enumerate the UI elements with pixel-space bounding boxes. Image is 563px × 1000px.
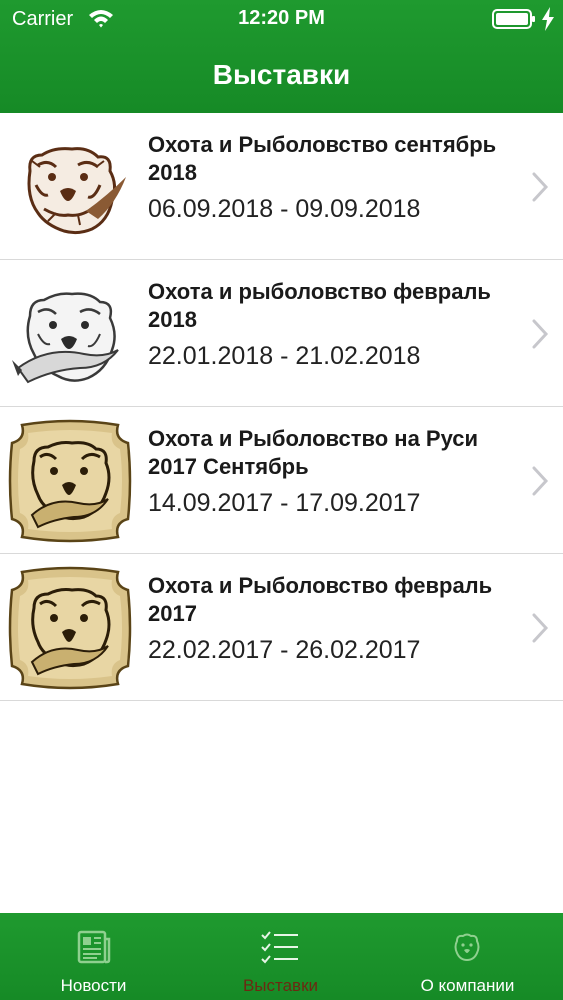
tab-label: Выставки [242,976,319,995]
exhibition-dates: 14.09.2017 - 17.09.2017 [148,489,421,517]
exhibition-row[interactable]: Охота и рыболовство февраль 2018 22.01.2… [0,260,563,407]
charging-icon [542,7,554,31]
tab-bar: Новости Выставки О компании [0,913,563,1000]
status-bar: Carrier 12:20 PM [0,0,563,40]
bear-gold-plaque-icon [8,566,132,690]
chevron-right-icon [532,172,549,202]
exhibition-title: Охота и Рыболовство февраль 2017 [148,573,493,626]
exhibition-title: Охота и Рыболовство на Руси 2017 Сентябр… [148,426,479,479]
bear-emblem-icon [454,933,480,962]
exhibition-row[interactable]: Охота и Рыболовство на Руси 2017 Сентябр… [0,407,563,554]
exhibition-row[interactable]: Охота и Рыболовство февраль 2017 22.02.2… [0,554,563,701]
exhibition-dates: 06.09.2018 - 09.09.2018 [148,195,421,223]
exhibition-dates: 22.01.2018 - 21.02.2018 [148,342,421,370]
tab-label: О компании [420,976,515,995]
chevron-right-icon [532,466,549,496]
exhibition-row[interactable]: Охота и Рыболовство сентябрь 2018 06.09.… [0,113,563,260]
tab-about[interactable]: О компании [374,913,561,1000]
exhibition-title: Охота и рыболовство февраль 2018 [148,279,491,332]
status-time: 12:20 PM [238,7,325,29]
exhibition-title: Охота и Рыболовство сентябрь 2018 [148,132,497,185]
header: Carrier 12:20 PM Выставки [0,0,563,113]
tab-news[interactable]: Новости [0,913,187,1000]
newspaper-icon [77,930,111,964]
bear-gold-plaque-icon [8,419,132,543]
battery-icon [492,9,535,29]
page-title: Выставки [212,59,351,90]
bear-brown-icon [27,147,126,235]
tab-exhibitions[interactable]: Выставки [187,913,374,1000]
tab-label: Новости [60,976,127,995]
chevron-right-icon [532,613,549,643]
chevron-right-icon [532,319,549,349]
bear-gray-icon [12,292,119,384]
screen: Carrier 12:20 PM Выставки Охота и Рыболо… [0,0,563,1000]
exhibition-list: Охота и Рыболовство сентябрь 2018 06.09.… [0,113,563,701]
exhibition-dates: 22.02.2017 - 26.02.2017 [148,636,421,664]
checklist-icon [261,931,298,964]
